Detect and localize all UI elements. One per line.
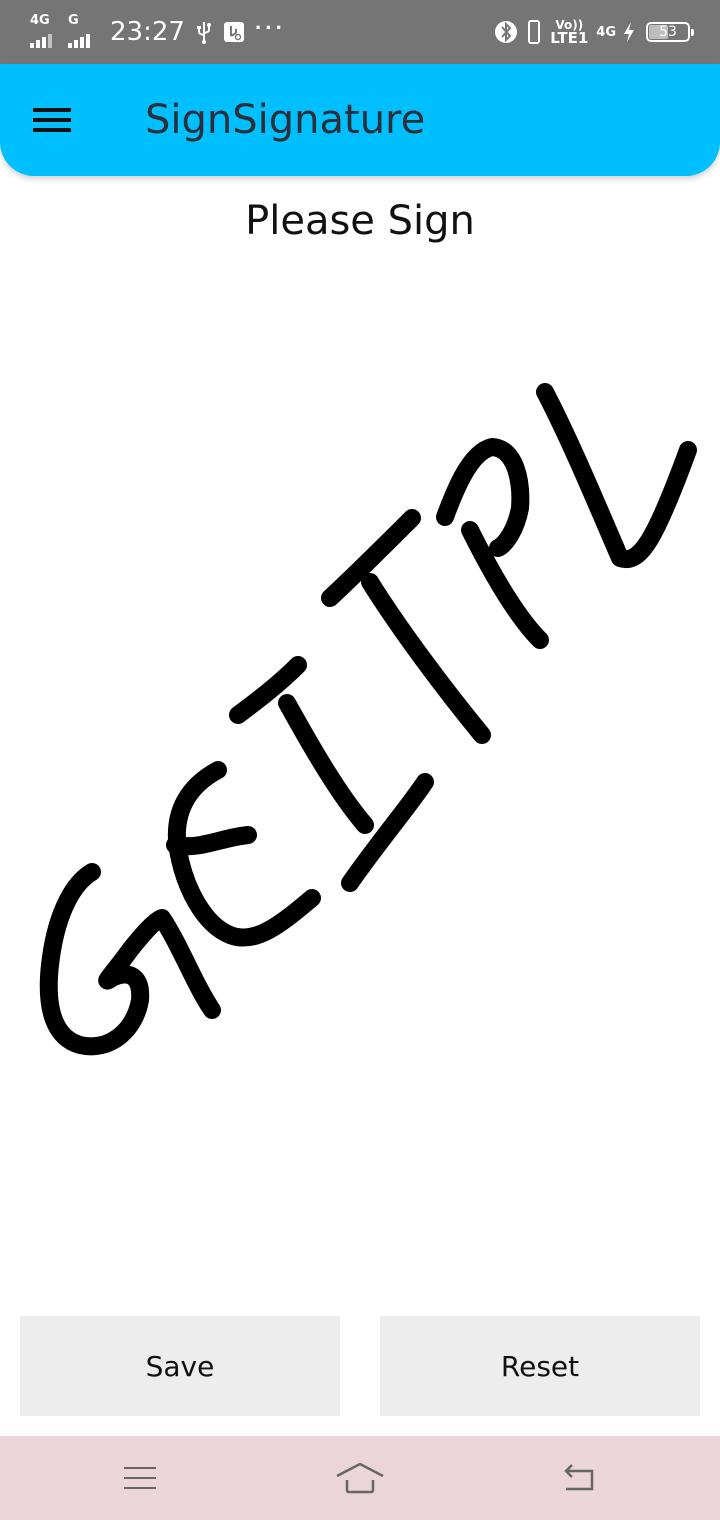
signature-stroke bbox=[361, 573, 491, 744]
app-bar: SignSignature bbox=[0, 64, 720, 176]
phone-icon bbox=[528, 20, 541, 44]
usb-icon bbox=[195, 20, 213, 44]
network-4g-label: 4G bbox=[596, 24, 616, 40]
status-bar: 4G G 23:27 ··· Vo)) LTE1 4G 53 bbox=[0, 0, 720, 64]
network-type-sim2: G bbox=[68, 13, 79, 28]
reset-button[interactable]: Reset bbox=[380, 1316, 700, 1416]
battery-indicator: 53 bbox=[646, 22, 694, 42]
signature-stroke bbox=[536, 383, 697, 569]
hamburger-menu-icon[interactable] bbox=[26, 94, 78, 146]
network-type-sim1: 4G bbox=[30, 13, 50, 28]
battery-percent: 53 bbox=[659, 24, 677, 40]
charging-icon bbox=[622, 21, 636, 43]
clock: 23:27 bbox=[110, 17, 185, 47]
signature-stroke bbox=[278, 509, 434, 892]
home-icon[interactable] bbox=[330, 1450, 390, 1506]
volte-indicator: Vo)) LTE1 bbox=[550, 19, 588, 46]
signature-pad[interactable] bbox=[0, 270, 720, 1300]
signal-bars-icon bbox=[30, 34, 52, 48]
sign-prompt: Please Sign bbox=[245, 198, 475, 244]
signal-sim1: 4G bbox=[30, 12, 60, 52]
status-bar-left: 4G G 23:27 ··· bbox=[30, 0, 296, 64]
app-title: SignSignature bbox=[145, 97, 426, 143]
menu-icon[interactable] bbox=[110, 1450, 170, 1506]
status-bar-right: Vo)) LTE1 4G 53 bbox=[494, 0, 694, 64]
bluetooth-icon bbox=[494, 19, 518, 45]
navigation-bar bbox=[0, 1436, 720, 1520]
back-icon[interactable] bbox=[550, 1450, 610, 1506]
signature-drawing bbox=[39, 383, 697, 1056]
signature-stroke bbox=[436, 438, 549, 649]
signal-bars-icon bbox=[68, 34, 90, 48]
signal-sim2: G bbox=[68, 12, 98, 52]
lte-label: LTE1 bbox=[550, 28, 589, 47]
save-button[interactable]: Save bbox=[20, 1316, 340, 1416]
more-notifications-icon: ··· bbox=[254, 15, 286, 40]
usb-debugging-icon bbox=[223, 21, 245, 43]
